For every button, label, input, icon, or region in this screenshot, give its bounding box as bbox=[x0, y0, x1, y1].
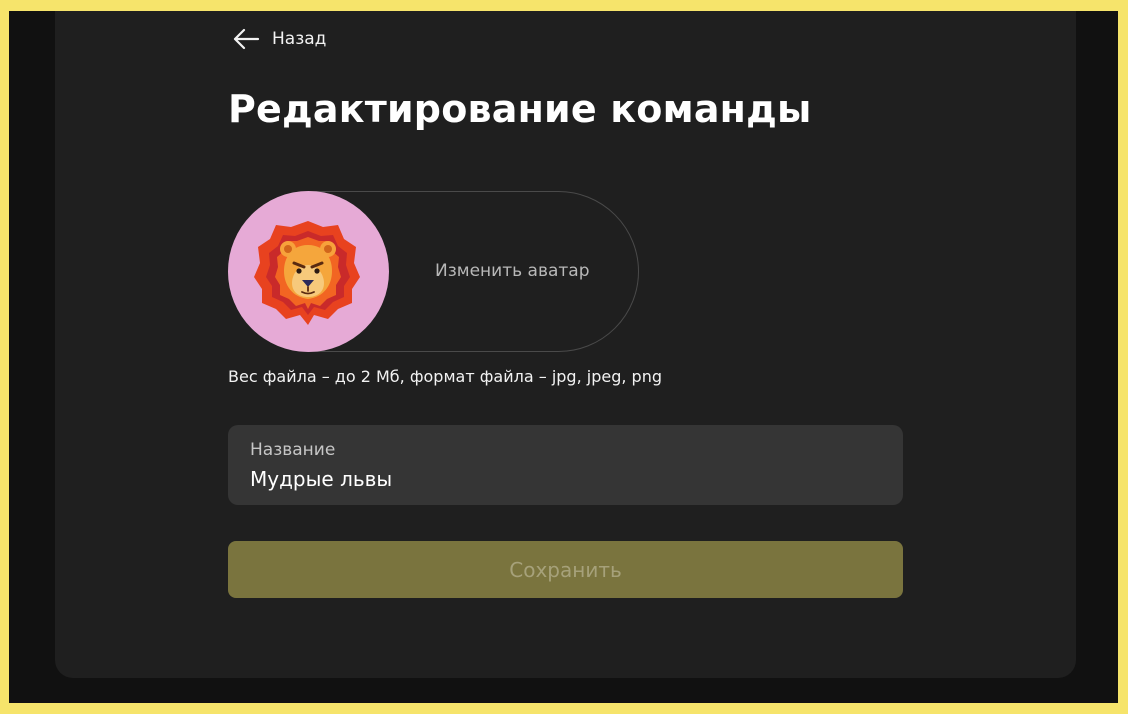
lion-avatar-icon bbox=[254, 221, 360, 325]
team-name-input[interactable]: Мудрые львы bbox=[250, 467, 392, 491]
back-button[interactable]: Назад bbox=[232, 28, 326, 50]
page-title: Редактирование команды bbox=[228, 87, 812, 131]
edit-team-card: Назад Редактирование команды Изменить ав… bbox=[55, 11, 1076, 678]
save-button[interactable]: Сохранить bbox=[228, 541, 903, 598]
team-name-label: Название bbox=[250, 440, 336, 460]
team-name-field[interactable]: Название Мудрые львы bbox=[228, 425, 903, 505]
back-label: Назад bbox=[272, 29, 327, 49]
change-avatar-button[interactable]: Изменить аватар bbox=[228, 191, 639, 352]
arrow-left-icon bbox=[232, 28, 260, 50]
change-avatar-label: Изменить аватар bbox=[435, 261, 590, 281]
file-requirements-hint: Вес файла – до 2 Мб, формат файла – jpg,… bbox=[228, 367, 662, 386]
page-background: Назад Редактирование команды Изменить ав… bbox=[9, 11, 1118, 703]
avatar bbox=[228, 191, 389, 352]
